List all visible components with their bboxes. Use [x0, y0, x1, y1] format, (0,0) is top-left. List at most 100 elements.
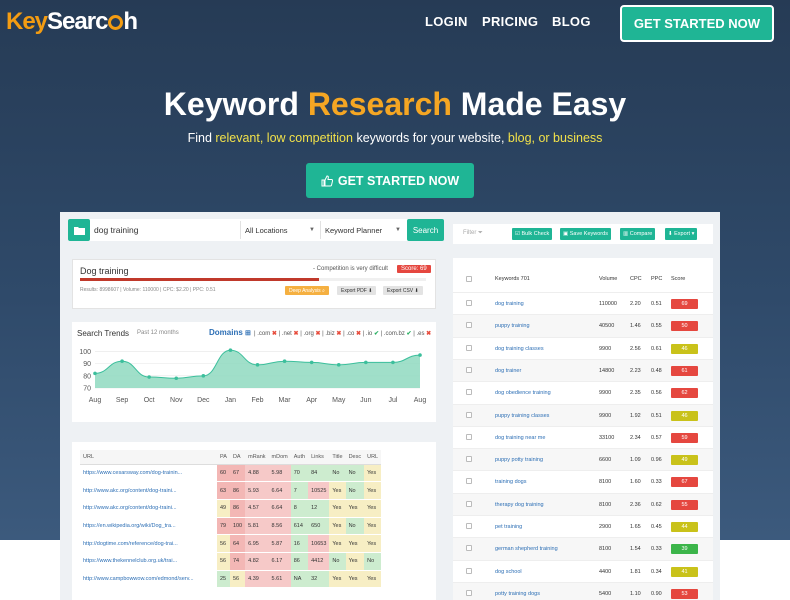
serp-metric-cell: 84 [308, 464, 330, 483]
row-checkbox[interactable] [466, 389, 472, 396]
trend-point[interactable] [93, 371, 97, 376]
keyword-link[interactable]: dog training [495, 301, 524, 307]
serp-column-header[interactable]: PA [217, 450, 230, 465]
row-checkbox[interactable] [466, 322, 472, 329]
keyword-link[interactable]: german shepherd training [495, 546, 558, 552]
bulk-check-button[interactable]: ☑ Bulk Check [512, 228, 553, 240]
export-button[interactable]: ⬇ Export ▾ [665, 228, 698, 240]
keyword-link[interactable]: dog training near me [495, 435, 545, 441]
keyword-link[interactable]: potty training dogs [495, 591, 540, 597]
table-row[interactable]: therapy dog training 8100 2.36 0.62 55 [453, 492, 713, 515]
serp-column-header[interactable]: mDom [268, 450, 291, 465]
table-row[interactable]: puppy training 40500 1.46 0.55 50 [453, 314, 713, 337]
serp-column-header[interactable]: Title [329, 450, 346, 465]
hero-get-started-button[interactable]: GET STARTED NOW [306, 163, 474, 198]
folder-button[interactable] [68, 219, 90, 241]
header-cpc[interactable]: CPC [630, 276, 642, 282]
row-checkbox[interactable] [466, 500, 472, 507]
row-checkbox[interactable] [466, 567, 472, 574]
trend-point[interactable] [120, 359, 124, 363]
row-checkbox[interactable] [466, 589, 472, 596]
row-checkbox[interactable] [466, 366, 472, 373]
location-select[interactable]: All Locations ▼ [240, 221, 318, 239]
table-row[interactable]: dog trainer 14800 2.23 0.48 61 [453, 358, 713, 382]
table-row[interactable]: training dogs 8100 1.60 0.33 67 [453, 470, 713, 492]
save-keywords-button[interactable]: ▣ Save Keywords [560, 228, 611, 240]
row-checkbox[interactable] [466, 300, 472, 306]
trend-point[interactable] [309, 360, 314, 365]
serp-url-link[interactable]: http://www.akc.org/content/dog-traini... [80, 481, 217, 500]
keyword-link[interactable]: dog trainer [495, 368, 521, 374]
row-checkbox[interactable] [466, 545, 472, 552]
trend-point[interactable] [364, 360, 368, 365]
keyword-link[interactable]: training dogs [495, 479, 527, 485]
table-row[interactable]: puppy training classes 9900 1.92 0.51 46 [453, 403, 713, 426]
search-button[interactable]: Search [407, 219, 444, 241]
table-row[interactable]: dog training 110000 2.20 0.51 69 [453, 292, 713, 314]
trend-point[interactable] [201, 374, 206, 378]
source-select[interactable]: Keyword Planner ▼ [320, 221, 404, 239]
serp-column-header[interactable]: URL [80, 450, 217, 465]
nav-pricing[interactable]: PRICING [482, 14, 538, 29]
row-checkbox[interactable] [466, 456, 472, 463]
keyword-link[interactable]: puppy training classes [495, 413, 549, 419]
serp-column-header[interactable]: URL [364, 450, 382, 465]
serp-url-link[interactable]: https://www.thekennelclub.org.uk/trai... [80, 552, 217, 571]
table-row[interactable]: german shepherd training 8100 1.54 0.33 39 [453, 537, 713, 560]
trend-point[interactable] [336, 363, 341, 367]
serp-url-link[interactable]: http://dogtime.com/reference/dog-trai... [80, 534, 217, 553]
trend-point[interactable] [418, 353, 422, 357]
trend-point[interactable] [255, 363, 260, 367]
row-checkbox[interactable] [466, 344, 472, 351]
table-row[interactable]: pet training 2900 1.65 0.45 44 [453, 515, 713, 537]
keyword-link[interactable]: dog training classes [495, 346, 544, 352]
row-checkbox[interactable] [466, 478, 472, 485]
nav-get-started-button[interactable]: GET STARTED NOW [620, 5, 774, 42]
serp-url-link[interactable]: http://www.campbowwow.com/edmond/serv... [80, 570, 217, 589]
row-checkbox[interactable] [466, 411, 472, 418]
serp-url-link[interactable]: http://www.akc.org/content/dog-traini... [80, 499, 217, 518]
filter-input[interactable]: Filter ⏷ [463, 230, 483, 237]
serp-column-header[interactable]: Auth [290, 450, 309, 465]
header-keywords[interactable]: Keywords 701 [495, 276, 530, 282]
serp-url-link[interactable]: https://en.wikipedia.org/wiki/Dog_tra... [80, 517, 217, 536]
row-checkbox[interactable] [466, 433, 472, 440]
nav-blog[interactable]: BLOG [552, 14, 591, 29]
keyword-link[interactable]: pet training [495, 524, 522, 530]
header-volume[interactable]: Volume [599, 276, 617, 282]
keyword-link[interactable]: puppy potty training [495, 457, 543, 463]
keyword-input[interactable] [94, 221, 234, 239]
compare-button[interactable]: ▥ Compare [620, 228, 656, 240]
table-row[interactable]: dog training near me 33100 2.34 0.57 59 [453, 425, 713, 448]
trend-point[interactable] [174, 376, 179, 381]
trend-point[interactable] [282, 359, 287, 363]
header-ppc[interactable]: PPC [651, 276, 662, 282]
export-pdf-button[interactable]: Export PDF ⬇ [337, 286, 377, 295]
table-row[interactable]: dog obedience training 9900 2.35 0.56 62 [453, 381, 713, 403]
nav-login[interactable]: LOGIN [425, 14, 468, 29]
keysearch-logo[interactable]: Key Searc h [6, 6, 138, 38]
deep-analysis-button[interactable]: Deep Analysis ⌕ [285, 286, 329, 295]
export-csv-button[interactable]: Export CSV ⬇ [383, 286, 423, 295]
table-row[interactable]: dog training classes 9900 2.56 0.61 46 [453, 336, 713, 359]
serp-url-link[interactable]: https://www.cesarsway.com/dog-trainin... [80, 464, 217, 483]
keyword-link[interactable]: therapy dog training [495, 502, 544, 508]
serp-column-header[interactable]: mRank [245, 450, 269, 465]
header-score[interactable]: Score [671, 276, 685, 282]
table-row[interactable]: dog school 4400 1.81 0.34 41 [453, 559, 713, 582]
serp-column-header[interactable]: Links [308, 450, 330, 465]
table-row[interactable]: potty training dogs 5400 1.10 0.90 53 [453, 581, 713, 600]
trend-point[interactable] [228, 348, 233, 353]
keyword-link[interactable]: dog obedience training [495, 390, 551, 396]
serp-table-header: URL PA DA mRank mDom Auth Links Title Desc URL [80, 450, 382, 465]
trend-point[interactable] [391, 360, 395, 365]
table-row[interactable]: puppy potty training 6600 1.09 0.96 49 [453, 448, 713, 471]
serp-column-header[interactable]: Desc [345, 450, 365, 465]
keyword-link[interactable]: dog school [495, 569, 522, 575]
row-checkbox[interactable] [466, 523, 472, 529]
serp-column-header[interactable]: DA [229, 450, 246, 465]
keyword-link[interactable]: puppy training [495, 323, 530, 329]
domains-label[interactable]: Domains ⊞ [209, 328, 251, 337]
trend-point[interactable] [147, 375, 151, 379]
select-all-checkbox[interactable] [466, 276, 472, 282]
